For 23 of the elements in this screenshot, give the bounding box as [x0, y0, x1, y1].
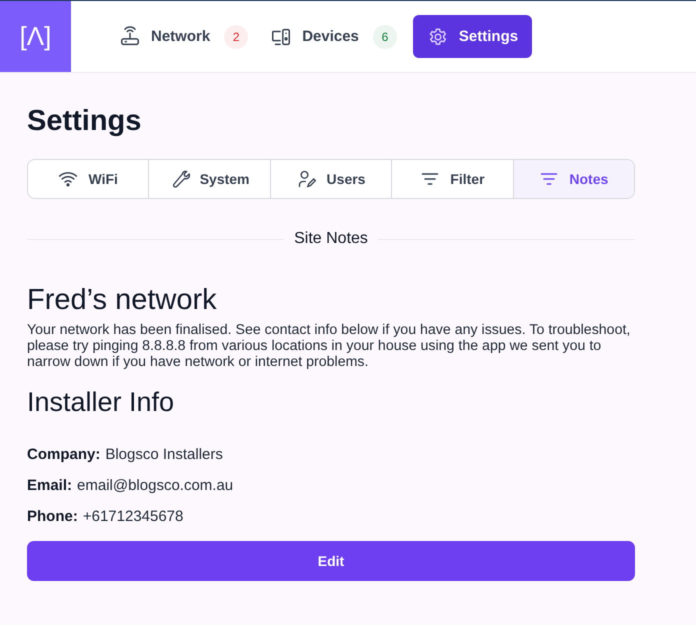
info-label: Company:: [27, 446, 100, 463]
wifi-icon: [58, 169, 78, 189]
info-value: Blogsco Installers: [105, 446, 223, 463]
settings-icon: [426, 26, 449, 48]
info-label: Phone:: [27, 508, 78, 525]
nav-item[interactable]: Devices 6: [264, 15, 403, 58]
router-icon: [119, 26, 141, 48]
count-badge: 2: [224, 24, 248, 48]
info-value: email@blogsco.com.au: [77, 477, 234, 494]
page-title: Settings: [27, 105, 142, 138]
nav-item[interactable]: Settings: [412, 15, 532, 58]
logo[interactable]: [Λ]: [0, 1, 71, 72]
user-edit-icon: [296, 169, 317, 189]
network-title: Fred’s network: [27, 284, 218, 317]
note-paragraph: Your network has been finalised. See contact info below if you have any issues. To troubleshoot, please try pinging 8.8.8.8 from various locations in your house using the app we sent you to narrow down if you have network or internet problems.: [27, 322, 632, 370]
edit-button[interactable]: Edit: [27, 541, 635, 581]
info-value: +61712345678: [82, 508, 184, 525]
nav-item[interactable]: Network 2: [113, 15, 254, 58]
count-badge: 6: [372, 24, 397, 48]
installer-title: Installer Info: [27, 387, 176, 418]
section-heading: Site Notes: [294, 230, 368, 248]
tab[interactable]: Notes: [512, 160, 634, 198]
info-label: Email:: [27, 477, 72, 494]
